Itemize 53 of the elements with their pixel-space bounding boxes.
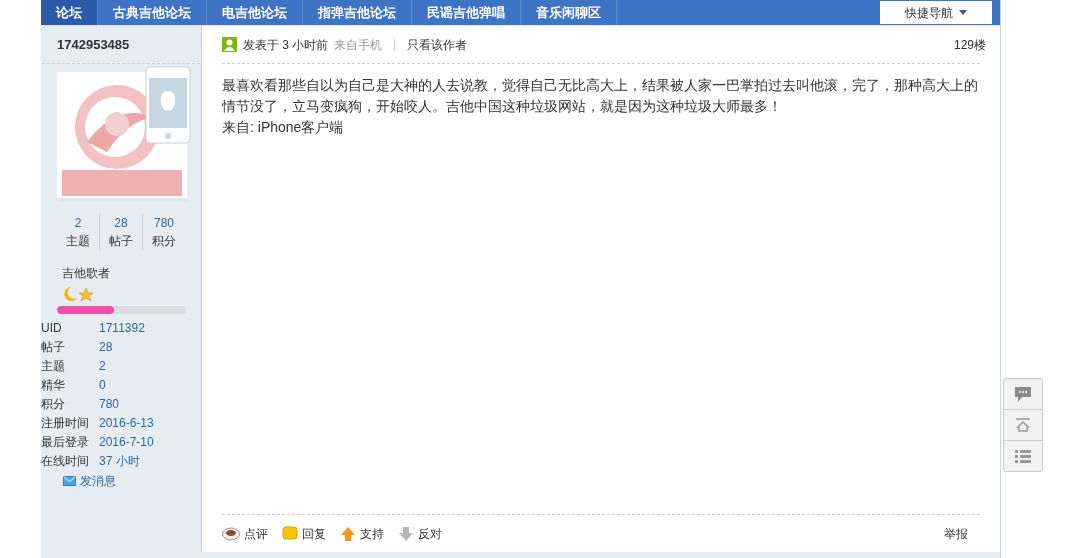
stat-value[interactable]: 780 [154,214,174,232]
post-source: 来自手机 [334,36,383,54]
floor-number[interactable]: 129楼 [953,35,986,54]
up-arrow-icon [340,525,356,542]
nav-tab[interactable]: 论坛 [41,0,98,25]
user-icon [222,37,237,52]
send-message-link[interactable]: 发消息 [63,472,201,490]
profile-value: 0 [99,376,106,394]
nav-tab[interactable]: 古典吉他论坛 [98,0,207,25]
nav-tab[interactable]: 音乐闲聊区 [521,0,617,25]
profile-value: 37 小时 [99,452,140,470]
stat-value[interactable]: 28 [114,214,128,232]
profile-label: 主题 [41,357,66,375]
report-link[interactable]: 举报 [944,524,968,543]
profile-value: 2016-7-10 [99,433,154,451]
profile-label: 注册时间 [41,414,90,432]
stat-label: 积分 [152,233,176,250]
envelope-icon [63,476,76,486]
profile-value: 2016-6-13 [99,414,154,432]
author-name[interactable]: 1742953485 [57,34,130,55]
profile-label: 精华 [41,376,66,394]
user-rank: 吉他歌者 [62,265,111,282]
profile-value: 780 [99,395,120,413]
post-text: 来自: iPhone客户端 [222,118,345,137]
profile-label: 帖子 [41,338,66,356]
post-action[interactable]: 反对 [398,524,442,543]
profile-label: 积分 [41,395,66,413]
post-action[interactable]: 回复 [282,524,326,543]
post-action[interactable]: 支持 [340,524,384,543]
quick-nav-button[interactable]: 快捷导航 [880,1,992,24]
nav-tab[interactable]: 指弹吉他论坛 [303,0,412,25]
phone-icon [145,66,191,144]
stat-label: 主题 [66,233,90,250]
profile-label: 在线时间 [41,452,90,470]
only-author-link[interactable]: 只看该作者 [407,35,468,54]
profile-value: 1711392 [99,319,145,337]
profile-value: 28 [99,338,113,356]
post-text: 最喜欢看那些自以为自己是大神的人去说教，觉得自己无比高大上，结果被人家一巴掌拍过去叫他滚，完了，那种高大上的情节没了，立马变疯狗，开始咬人。吉他中国这种垃圾网站，就是因为这种垃圾大师最多！ [222,76,979,116]
stat-label: 帖子 [109,233,133,250]
profile-label: UID [41,319,63,337]
nav-tab[interactable]: 民谣吉他弹唱 [412,0,521,25]
back-to-top-icon [1015,418,1031,432]
profile-label: 最后登录 [41,433,90,451]
caret-icon [959,10,967,15]
cup-icon [222,526,240,541]
profile-value: 2 [99,357,106,375]
moon-star-icon [62,286,94,302]
down-arrow-icon [398,525,414,542]
post-time: 发表于 3 小时前 [243,36,329,54]
list-icon [1015,449,1031,463]
nav-tab[interactable]: 电吉他论坛 [207,0,303,25]
stat-value[interactable]: 2 [74,214,82,232]
post-action[interactable]: 点评 [222,524,268,543]
